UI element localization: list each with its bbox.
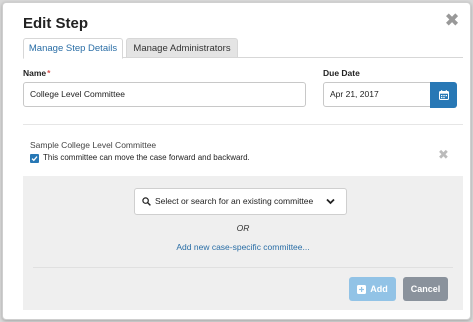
committee-item: Sample College Level Committee This comm…: [24, 136, 461, 172]
panel-divider: [33, 267, 453, 268]
add-button[interactable]: Add: [349, 277, 396, 301]
committee-name: Sample College Level Committee: [30, 140, 157, 150]
calendar-icon: [438, 90, 449, 100]
due-date-label: Due Date: [323, 68, 360, 78]
calendar-button[interactable]: [430, 82, 457, 108]
tab-manage-step-details[interactable]: Manage Step Details: [23, 38, 123, 59]
edit-step-modal: Edit Step ✖ Manage Step Details Manage A…: [2, 2, 471, 320]
tab-bar: Manage Step Details Manage Administrator…: [23, 38, 463, 59]
modal-title: Edit Step: [23, 15, 89, 32]
or-separator: OR: [236, 223, 250, 233]
chevron-down-icon: [326, 198, 335, 205]
name-label: Name*: [23, 68, 51, 78]
select-placeholder: Select or search for an existing committ…: [155, 196, 314, 206]
move-forward-backward-checkbox[interactable]: [30, 154, 39, 163]
due-date-input[interactable]: Apr 21, 2017: [323, 82, 431, 107]
add-new-committee-link[interactable]: Add new case-specific committee...: [23, 242, 463, 252]
close-icon[interactable]: ✖: [444, 11, 460, 29]
checkmark-icon: [31, 156, 38, 162]
checkbox-label: This committee can move the case forward…: [43, 153, 250, 162]
name-input[interactable]: College Level Committee: [23, 82, 306, 107]
add-button-label: Add: [370, 284, 388, 294]
remove-x-icon[interactable]: ✖: [438, 147, 449, 163]
section-divider: [23, 124, 463, 125]
tab-manage-administrators[interactable]: Manage Administrators: [126, 38, 238, 58]
plus-square-icon: [357, 284, 367, 294]
cancel-button[interactable]: Cancel: [403, 277, 448, 301]
required-mark: *: [47, 68, 51, 78]
add-committee-panel: Select or search for an existing committ…: [23, 176, 463, 310]
committee-select[interactable]: Select or search for an existing committ…: [134, 188, 347, 215]
search-icon: [142, 197, 151, 206]
